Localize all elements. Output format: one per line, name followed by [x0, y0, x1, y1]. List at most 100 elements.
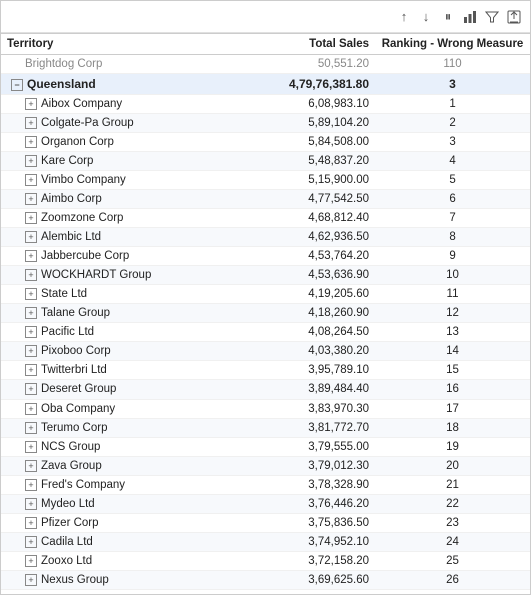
table-row: +Organon Corp5,84,508.003 [1, 133, 530, 152]
sort-asc-icon[interactable]: ↑ [396, 9, 412, 25]
cell-total-sales: 4,03,380.20 [209, 342, 375, 361]
cell-total-sales: 3,74,952.10 [209, 532, 375, 551]
cell-ranking: 19 [375, 437, 530, 456]
col-territory[interactable]: Territory [1, 34, 209, 55]
table-row: −Queensland4,79,76,381.803 [1, 74, 530, 95]
row-name: Kare Corp [41, 155, 93, 167]
cell-total-sales: 3,75,836.50 [209, 513, 375, 532]
cell-total-sales: 5,48,837.20 [209, 152, 375, 171]
cell-total-sales: 4,79,76,381.80 [209, 74, 375, 95]
cell-ranking: 17 [375, 399, 530, 418]
expand-icon[interactable]: + [25, 193, 37, 205]
expand-icon[interactable]: + [25, 117, 37, 129]
table-row: +NCS Group3,79,555.0019 [1, 437, 530, 456]
expand-icon[interactable]: + [25, 383, 37, 395]
expand-icon[interactable]: + [25, 326, 37, 338]
expand-icon[interactable]: + [25, 288, 37, 300]
table-row: +Pfizer Corp3,75,836.5023 [1, 513, 530, 532]
table-row: +Zava Group3,79,012.3020 [1, 456, 530, 475]
expand-icon[interactable]: + [25, 98, 37, 110]
cell-total-sales: 4,19,205.60 [209, 285, 375, 304]
cell-territory: +Pfizer Corp [1, 513, 209, 532]
cell-total-sales: 3,95,789.10 [209, 361, 375, 380]
main-container: ↑ ↓ ⏸ [0, 0, 531, 595]
cell-ranking: 16 [375, 380, 530, 399]
chart-icon[interactable] [462, 9, 478, 25]
row-name: Zoomzone Corp [41, 212, 123, 224]
cell-total-sales: 3,72,158.20 [209, 551, 375, 570]
expand-icon[interactable]: + [25, 403, 37, 415]
cell-territory: +Deseret Group [1, 380, 209, 399]
expand-icon[interactable]: + [25, 307, 37, 319]
cell-ranking: 6 [375, 190, 530, 209]
row-name: Colgate-Pa Group [41, 117, 134, 129]
expand-icon[interactable]: − [11, 79, 23, 91]
cell-territory: +Pacific Ltd [1, 323, 209, 342]
cell-ranking: 4 [375, 152, 530, 171]
cell-territory: +Terumo Corp [1, 418, 209, 437]
cell-territory: +Alembic Ltd [1, 228, 209, 247]
cell-territory: ... [1, 589, 209, 594]
cell-ranking: 22 [375, 494, 530, 513]
expand-icon[interactable]: + [25, 269, 37, 281]
expand-icon[interactable]: + [25, 155, 37, 167]
cell-ranking: 18 [375, 418, 530, 437]
expand-icon[interactable]: + [25, 231, 37, 243]
cell-ranking: 15 [375, 361, 530, 380]
row-name: NCS Group [41, 441, 100, 453]
expand-icon[interactable]: + [25, 498, 37, 510]
expand-icon[interactable]: + [25, 250, 37, 262]
cell-ranking: 24 [375, 532, 530, 551]
cell-territory: Brightdog Corp [1, 55, 209, 74]
cell-territory: +Jabbercube Corp [1, 247, 209, 266]
cell-ranking: 7 [375, 209, 530, 228]
col-total-sales[interactable]: Total Sales [209, 34, 375, 55]
expand-icon[interactable]: + [25, 574, 37, 586]
expand-icon[interactable]: + [25, 517, 37, 529]
expand-icon[interactable]: + [25, 136, 37, 148]
expand-icon[interactable]: + [25, 479, 37, 491]
expand-icon[interactable]: + [25, 212, 37, 224]
cell-territory: + Organon Corp [1, 133, 209, 152]
sort-desc-icon[interactable]: ↓ [418, 9, 434, 25]
expand-icon[interactable]: + [25, 345, 37, 357]
table-row: +Zoomzone Corp4,68,812.407 [1, 209, 530, 228]
table-row: +Mydeo Ltd3,76,446.2022 [1, 494, 530, 513]
data-table: Territory Total Sales Ranking - Wrong Me… [1, 33, 530, 594]
cell-total-sales: 5,15,900.00 [209, 171, 375, 190]
table-row: ......... [1, 589, 530, 594]
expand-icon[interactable]: + [25, 174, 37, 186]
toolbar: ↑ ↓ ⏸ [1, 1, 530, 33]
cell-ranking: 1 [375, 95, 530, 114]
expand-icon[interactable]: + [25, 555, 37, 567]
expand-icon[interactable]: + [25, 536, 37, 548]
cell-territory: −Queensland [1, 74, 209, 95]
expand-icon[interactable]: + [25, 460, 37, 472]
cell-ranking: 10 [375, 266, 530, 285]
cell-territory: +Mydeo Ltd [1, 494, 209, 513]
cell-ranking: 12 [375, 304, 530, 323]
expand-icon[interactable]: + [25, 422, 37, 434]
row-name: ... [25, 593, 35, 594]
row-name: Brightdog Corp [25, 58, 102, 70]
table-scroll[interactable]: Territory Total Sales Ranking - Wrong Me… [1, 33, 530, 594]
cell-total-sales: 5,89,104.20 [209, 114, 375, 133]
row-name: Queensland [27, 77, 96, 91]
table-row: +Pacific Ltd4,08,264.5013 [1, 323, 530, 342]
row-name: Aibox Company [41, 98, 122, 110]
row-name: Oba Company [41, 403, 115, 415]
expand-icon[interactable]: + [25, 364, 37, 376]
expand-icon[interactable]: + [25, 441, 37, 453]
export-icon[interactable] [506, 9, 522, 25]
cell-ranking: 3 [375, 133, 530, 152]
table-row: +Terumo Corp3,81,772.7018 [1, 418, 530, 437]
col-ranking[interactable]: Ranking - Wrong Measure [375, 34, 530, 55]
cell-territory: + Oba Company [1, 399, 209, 418]
filter-icon[interactable] [484, 9, 500, 25]
row-name: Talane Group [41, 307, 110, 319]
cell-ranking: 5 [375, 171, 530, 190]
cell-ranking: 8 [375, 228, 530, 247]
row-name: Organon Corp [41, 136, 114, 148]
pause-icon[interactable]: ⏸ [440, 9, 456, 25]
row-name: Zooxo Ltd [41, 555, 92, 567]
